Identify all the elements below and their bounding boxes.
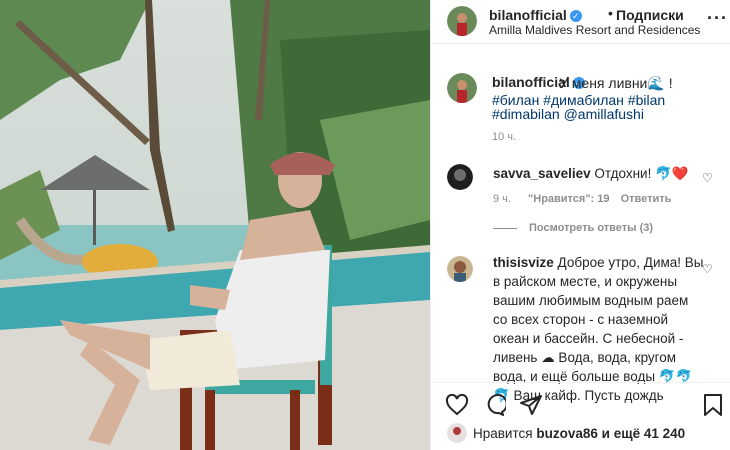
comment-like-heart-icon[interactable]: ♡ [702, 262, 713, 276]
liker-username[interactable]: buzova86 [536, 426, 598, 441]
replies-divider [493, 227, 517, 229]
post-photo[interactable] [0, 0, 430, 450]
comment-timestamp: 9 ч. [493, 193, 511, 205]
comment-avatar[interactable] [447, 256, 473, 282]
location-link[interactable]: Amilla Maldives Resort and Residences [489, 23, 700, 37]
post-actions-bar: Нравится buzova86 и ещё 41 240 [431, 382, 730, 450]
caption-text: У меня ливни🌊 ! [559, 75, 673, 91]
verified-icon: ✓ [569, 10, 582, 23]
comment-text: Отдохни! 🐬❤️ [594, 166, 689, 181]
more-options-icon[interactable]: ··· [707, 8, 728, 29]
caption-avatar[interactable] [447, 73, 477, 103]
likes-text: Нравится buzova86 и ещё 41 240 [473, 426, 685, 441]
author-avatar[interactable] [447, 6, 477, 36]
likes-count[interactable]: и ещё 41 240 [602, 426, 686, 441]
author-username[interactable]: bilanofficial ✓ [489, 7, 582, 23]
separator-dot: • [608, 5, 613, 21]
likes-prefix: Нравится [473, 426, 533, 441]
share-send-icon[interactable] [519, 393, 543, 417]
comment-meta: 9 ч. "Нравится": 19 Ответить [493, 193, 671, 205]
comment-text: Доброе утро, Дима! Вы в райском месте, и… [493, 255, 704, 403]
comment-reply-button[interactable]: Ответить [621, 193, 672, 205]
post-photo-art [0, 0, 430, 450]
liker-avatar[interactable] [447, 423, 467, 443]
view-replies-label: Посмотреть ответы (3) [529, 222, 654, 234]
comment-username[interactable]: savva_saveliev [493, 166, 591, 181]
comment-bubble-icon[interactable] [482, 393, 506, 417]
comment-avatar[interactable] [447, 164, 473, 190]
bookmark-icon[interactable] [701, 393, 725, 417]
comment-like-heart-icon[interactable]: ♡ [702, 171, 713, 185]
like-heart-icon[interactable] [445, 393, 469, 417]
comment-body: savva_saveliev Отдохни! 🐬❤️ [493, 164, 689, 183]
comment-username[interactable]: thisisvize [493, 255, 554, 270]
caption-hashtags-mentions[interactable]: #dimabilan @amillafushi [492, 106, 644, 122]
view-replies-toggle[interactable]: Посмотреть ответы (3) [493, 222, 653, 234]
post-side-panel: bilanofficial ✓ • Подписки Amilla Maldive… [430, 0, 730, 450]
following-button[interactable]: Подписки [616, 7, 684, 23]
comment-likes-count[interactable]: "Нравится": 19 [528, 193, 609, 205]
post-header: bilanofficial ✓ • Подписки Amilla Maldive… [431, 0, 730, 44]
caption-timestamp: 10 ч. [492, 131, 517, 143]
